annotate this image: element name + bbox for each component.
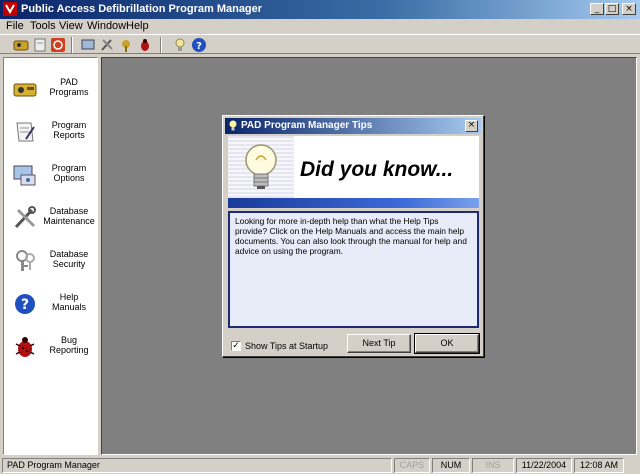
sidebar-item-label: PAD Programs [49,77,89,97]
status-ins: INS [472,458,514,473]
sidebar-item-label: Help Manuals [51,292,87,312]
svg-text:?: ? [196,41,202,52]
menu-view[interactable]: View [59,20,83,32]
menu-help[interactable]: Help [126,20,149,32]
defibrillator-icon [13,83,37,97]
sidebar-item-label: Bug Reporting [49,335,89,355]
sidebar-item-label: Program Reports [51,120,87,140]
tip-text: Looking for more in-depth help than what… [228,211,479,328]
lightbulb-icon [245,144,277,189]
sidebar-item-program-reports[interactable]: Program Reports [4,113,97,155]
status-num: NUM [432,458,470,473]
sidebar-item-database-security[interactable]: Database Security [4,242,97,284]
power-tool-icon[interactable] [50,37,66,53]
lightbulb-icon [229,120,237,131]
menu-window[interactable]: Window [87,20,126,32]
pad-programs-tool-icon[interactable] [13,37,29,53]
svg-text:?: ? [21,297,29,313]
toolbar: ? [0,34,640,54]
security-icon [16,250,35,271]
toolbar-separator [160,37,162,53]
menu-bar: File Tools View Window Help [0,19,640,34]
ok-button[interactable]: OK [414,333,480,354]
bug-tool-icon[interactable] [137,37,153,53]
sidebar: PAD Programs Program Reports Program Option… [3,57,98,455]
menu-file[interactable]: File [6,20,24,32]
dialog-close-button[interactable]: × [465,120,478,132]
toolbar-separator [71,37,73,53]
dialog-title: PAD Program Manager Tips [241,120,373,131]
help-tool-icon[interactable]: ? [191,37,207,53]
window-title: Public Access Defibrillation Program Man… [21,3,263,15]
lightbulb-panel [228,136,294,202]
tips-dialog: PAD Program Manager Tips × Did you know.… [222,115,484,357]
app-logo-icon [3,2,17,16]
minimize-button[interactable]: _ [590,3,604,15]
status-date: 11/22/2004 [516,458,572,473]
sidebar-item-pad-programs[interactable]: PAD Programs [4,70,97,112]
tools-icon [14,206,36,229]
tips-tool-icon[interactable] [172,37,188,53]
sidebar-item-bug-reporting[interactable]: Bug Reporting [4,328,97,370]
show-tips-checkbox[interactable]: ✓ Show Tips at Startup [231,340,341,352]
help-icon: ? [15,294,35,314]
status-caps: CAPS [394,458,430,473]
maintenance-tool-icon[interactable] [99,37,115,53]
title-bar: Public Access Defibrillation Program Man… [0,0,640,19]
status-time: 12:08 AM [574,458,624,473]
sidebar-item-database-maintenance[interactable]: Database Maintenance [4,199,97,241]
status-app-name: PAD Program Manager [2,458,392,473]
did-you-know-banner: Did you know... [228,136,479,208]
sidebar-item-label: Database Maintenance [43,206,95,226]
sidebar-item-help-manuals[interactable]: ? Help Manuals [4,285,97,327]
next-tip-button[interactable]: Next Tip [347,334,411,353]
sidebar-item-label: Program Options [51,163,87,183]
checkbox-label: Show Tips at Startup [245,341,329,351]
dialog-heading: Did you know... [300,158,454,181]
dialog-title-bar: PAD Program Manager Tips × [225,118,481,134]
sidebar-item-label: Database Security [49,249,89,269]
close-button[interactable]: × [622,3,636,15]
options-tool-icon[interactable] [80,37,96,53]
report-icon [16,122,35,142]
security-tool-icon[interactable] [118,37,134,53]
menu-tools[interactable]: Tools [30,20,56,32]
status-bar: PAD Program Manager CAPS NUM INS 11/22/2… [0,457,640,474]
maximize-button[interactable]: □ [605,3,619,15]
banner-bar [228,198,479,208]
sidebar-item-program-options[interactable]: Program Options [4,156,97,198]
bug-icon [15,337,35,357]
checkbox-box[interactable]: ✓ [231,341,241,351]
reports-tool-icon[interactable] [32,37,48,53]
options-icon [13,165,36,186]
